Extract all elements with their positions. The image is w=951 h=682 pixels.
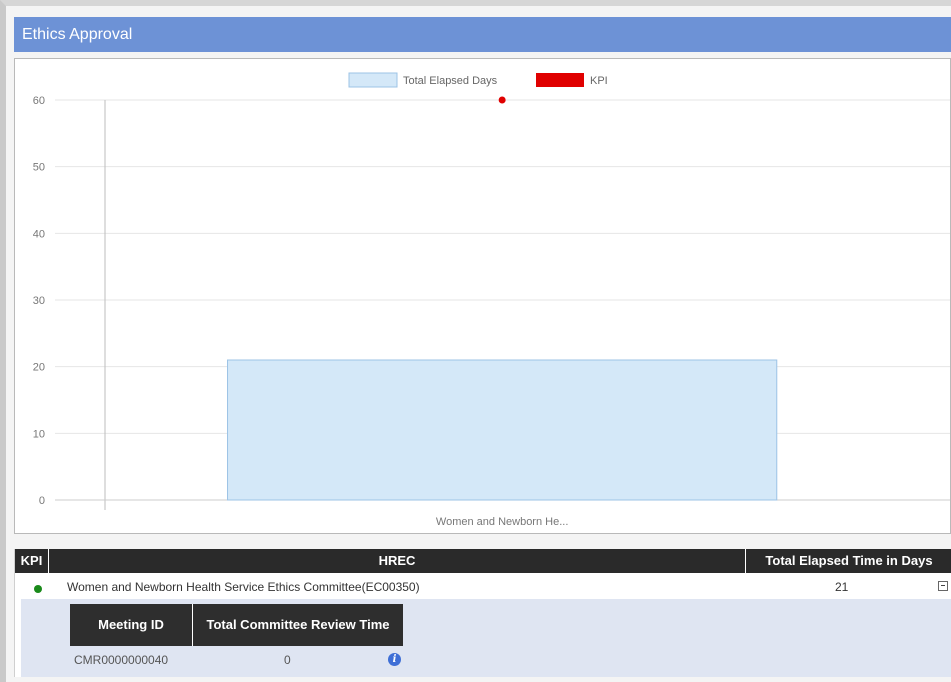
review-time-cell: 0 bbox=[284, 653, 291, 667]
table-row[interactable]: Women and Newborn Health Service Ethics … bbox=[15, 575, 951, 599]
data-grid: KPI HREC Total Elapsed Time in Days Wome… bbox=[14, 549, 951, 677]
panel-title: Ethics Approval bbox=[14, 17, 951, 52]
y-tick-label: 30 bbox=[33, 295, 45, 307]
detail-row: CMR0000000040 0 i bbox=[70, 648, 403, 672]
kpi-point[interactable] bbox=[498, 96, 506, 104]
detail-header: Meeting ID Total Committee Review Time bbox=[70, 604, 403, 646]
bar-chart: 0 10 20 30 40 50 60 Women and Newborn He... Tota… bbox=[33, 72, 950, 528]
y-tick-label: 0 bbox=[39, 495, 45, 507]
legend-label-kpi[interactable]: KPI bbox=[590, 75, 608, 87]
collapse-row-icon[interactable] bbox=[938, 581, 948, 591]
column-header-kpi[interactable]: KPI bbox=[15, 549, 49, 573]
kpi-status-indicator bbox=[34, 585, 42, 593]
y-tick-label: 10 bbox=[33, 428, 45, 440]
column-header-review-time[interactable]: Total Committee Review Time bbox=[193, 604, 403, 646]
bar[interactable] bbox=[227, 359, 778, 501]
total-elapsed-cell: 21 bbox=[835, 580, 849, 594]
meeting-id-cell: CMR0000000040 bbox=[74, 653, 169, 667]
y-tick-label: 60 bbox=[33, 95, 45, 107]
grid-header: KPI HREC Total Elapsed Time in Days bbox=[15, 549, 951, 573]
hrec-cell: Women and Newborn Health Service Ethics … bbox=[67, 580, 420, 594]
row-detail-panel: Meeting ID Total Committee Review Time C… bbox=[21, 599, 951, 677]
y-tick-label: 40 bbox=[33, 228, 45, 240]
y-tick-label: 50 bbox=[33, 162, 45, 174]
legend-label-total-elapsed[interactable]: Total Elapsed Days bbox=[403, 75, 498, 87]
legend-swatch-kpi bbox=[536, 73, 584, 87]
column-header-meeting-id[interactable]: Meeting ID bbox=[70, 604, 193, 646]
column-header-hrec[interactable]: HREC bbox=[49, 549, 746, 573]
info-icon[interactable]: i bbox=[388, 653, 401, 666]
legend-swatch-total-elapsed bbox=[348, 72, 398, 88]
column-header-total-elapsed[interactable]: Total Elapsed Time in Days bbox=[746, 549, 951, 573]
y-tick-label: 20 bbox=[33, 362, 45, 374]
chart-container: 0 10 20 30 40 50 60 Women and Newborn He... Tota… bbox=[14, 58, 951, 534]
x-tick-label: Women and Newborn He... bbox=[436, 516, 568, 528]
